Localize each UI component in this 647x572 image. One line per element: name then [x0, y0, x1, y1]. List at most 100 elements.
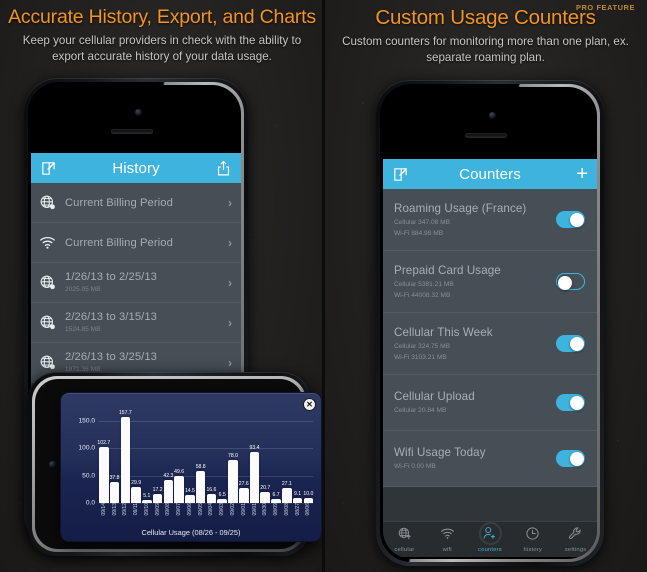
counter-toggle[interactable]	[556, 394, 585, 411]
row-text: 2/26/13 to 3/25/13 1971.36 MB	[65, 351, 224, 374]
tab-label: wifi	[442, 547, 452, 553]
chart-y-tick: 0.0	[85, 499, 95, 507]
chart-x-tick: 08/09	[273, 503, 280, 516]
cellular-globe-icon	[39, 194, 56, 211]
compose-icon[interactable]	[392, 166, 409, 183]
tab-history[interactable]: history	[511, 522, 554, 557]
chart-x-tick: 09/04	[208, 503, 215, 516]
chart-x-tick: 08/30	[262, 503, 269, 516]
list-item[interactable]: Roaming Usage (France) Cellular 347.08 M…	[383, 189, 597, 251]
chart-bar	[228, 460, 238, 503]
chart-x-tick: 09/01	[240, 503, 247, 516]
counter-toggle[interactable]	[556, 211, 585, 228]
counter-toggle[interactable]	[556, 335, 585, 352]
chart-x-tick: 09/07	[176, 503, 183, 516]
chart-bar	[282, 488, 292, 503]
chart-bar-value: 20.7	[260, 484, 271, 491]
chart-bar-value: 16.6	[206, 486, 217, 493]
counters-title: Counters	[459, 165, 521, 183]
counters-list: Roaming Usage (France) Cellular 347.08 M…	[383, 189, 597, 487]
right-subheading: Custom counters for monitoring more than…	[342, 35, 629, 64]
toggle-knob	[569, 395, 584, 410]
chart-bar-group: 102.7	[97, 407, 111, 503]
list-item[interactable]: Cellular Upload Cellular 20.84 MB	[383, 375, 597, 431]
tab-cellular[interactable]: cellular	[383, 522, 426, 557]
chart-y-tick: 150.0	[78, 417, 95, 425]
list-item[interactable]: Cellular This Week Cellular 324.75 MB Wi…	[383, 313, 597, 375]
list-item[interactable]: Wifi Usage Today Wi-Fi 0.00 MB	[383, 431, 597, 487]
tab-label: cellular	[394, 547, 415, 553]
tab-settings[interactable]: settings	[554, 522, 597, 557]
chart-y-tick: 100.0	[78, 444, 95, 452]
front-camera-icon	[49, 461, 56, 468]
counter-info: Prepaid Card Usage Cellular 5381.21 MB W…	[394, 264, 556, 300]
chart-x-tick: 09/05	[197, 503, 204, 516]
chart-bar-value: 157.7	[118, 409, 132, 416]
chart-x-labels: 09/14 09/13 09/12 09/11 09/10 09/09 09/08 09/07…	[99, 503, 313, 523]
counter-toggle[interactable]	[556, 273, 585, 290]
earpiece-speaker	[111, 129, 153, 134]
chart-bar	[260, 491, 271, 503]
tab-wifi[interactable]: wifi	[426, 522, 469, 557]
wifi-icon	[440, 526, 455, 546]
share-icon[interactable]	[215, 160, 232, 177]
chart-bar-group: 5.1	[142, 407, 152, 503]
cellular-globe-icon	[397, 526, 412, 546]
chart-x-tick: 09/06	[186, 503, 193, 516]
counters-screen: Counters + Roaming Usage (France) Cellul…	[383, 159, 597, 557]
chart-bar-value: 17.2	[152, 486, 163, 493]
home-button[interactable]	[479, 522, 502, 545]
phone-bezel-right: Counters + Roaming Usage (France) Cellul…	[380, 84, 600, 562]
wrench-icon	[568, 526, 583, 546]
chart-bar-value: 78.0	[228, 453, 238, 460]
chart-bar-value: 93.4	[249, 444, 260, 451]
chart-x-tick: 09/01	[251, 503, 258, 516]
chart-bar	[238, 487, 249, 503]
chart-bar-value: 10.0	[303, 490, 314, 497]
chart-bar-group: 10.0	[303, 407, 314, 503]
table-row[interactable]: 1/26/13 to 2/25/13 2025.05 MB ›	[31, 263, 241, 303]
chart-x-tick: 09/02	[229, 503, 236, 516]
chart-bar-value: 6.5	[218, 492, 226, 499]
right-header: Custom Usage Counters Custom counters fo…	[324, 6, 647, 66]
table-row[interactable]: Current Billing Period ›	[31, 183, 241, 223]
chevron-right-icon: ›	[228, 195, 232, 210]
table-row[interactable]: 2/26/13 to 3/15/13 1524.85 MB ›	[31, 303, 241, 343]
chart-bar-group: 6.7	[271, 407, 281, 503]
counter-cellular: Cellular 324.75 MB	[394, 342, 451, 350]
row-text: 1/26/13 to 2/25/13 2025.05 MB	[65, 271, 224, 294]
chart-x-tick: 09/10	[143, 503, 150, 516]
chart-bar	[109, 482, 120, 503]
left-heading: Accurate History, Export, and Charts	[8, 6, 316, 28]
clock-icon	[525, 526, 540, 546]
counter-toggle[interactable]	[556, 450, 585, 467]
chart-bar	[195, 470, 206, 503]
earpiece-speaker	[465, 133, 507, 138]
chart-bar-value: 27.1	[281, 481, 292, 488]
row-text: Current Billing Period	[65, 197, 224, 209]
chart-x-tick: 08/06	[305, 503, 312, 516]
chart-bar-value: 6.7	[272, 492, 280, 499]
tab-label: counters	[478, 547, 502, 553]
add-counter-button[interactable]: +	[576, 164, 588, 184]
toggle-knob	[557, 275, 572, 290]
chart-bar-value: 42.3	[163, 472, 174, 479]
chart-bar-value: 102.7	[97, 439, 111, 446]
counter-name: Roaming Usage (France)	[394, 201, 527, 215]
chart-bar	[131, 486, 141, 503]
history-list: Current Billing Period › Current Billing…	[31, 183, 241, 383]
tab-label: settings	[564, 547, 587, 553]
counter-name: Prepaid Card Usage	[394, 263, 501, 277]
counter-cellular: Cellular 5381.21 MB	[394, 280, 454, 288]
list-item[interactable]: Prepaid Card Usage Cellular 5381.21 MB W…	[383, 251, 597, 313]
left-feature-panel: Accurate History, Export, and Charts Kee…	[0, 0, 324, 572]
panel-divider	[322, 0, 325, 572]
chart-bar-value: 49.6	[174, 468, 185, 475]
cellular-globe-icon	[39, 354, 56, 371]
table-row[interactable]: Current Billing Period ›	[31, 223, 241, 263]
row-detail: 1524.85 MB	[65, 326, 101, 333]
compose-icon[interactable]	[40, 160, 57, 177]
chart-bar-group: 6.5	[217, 407, 227, 503]
iphone-portrait-right: Counters + Roaming Usage (France) Cellul…	[376, 80, 604, 566]
chart-bar	[120, 416, 131, 503]
